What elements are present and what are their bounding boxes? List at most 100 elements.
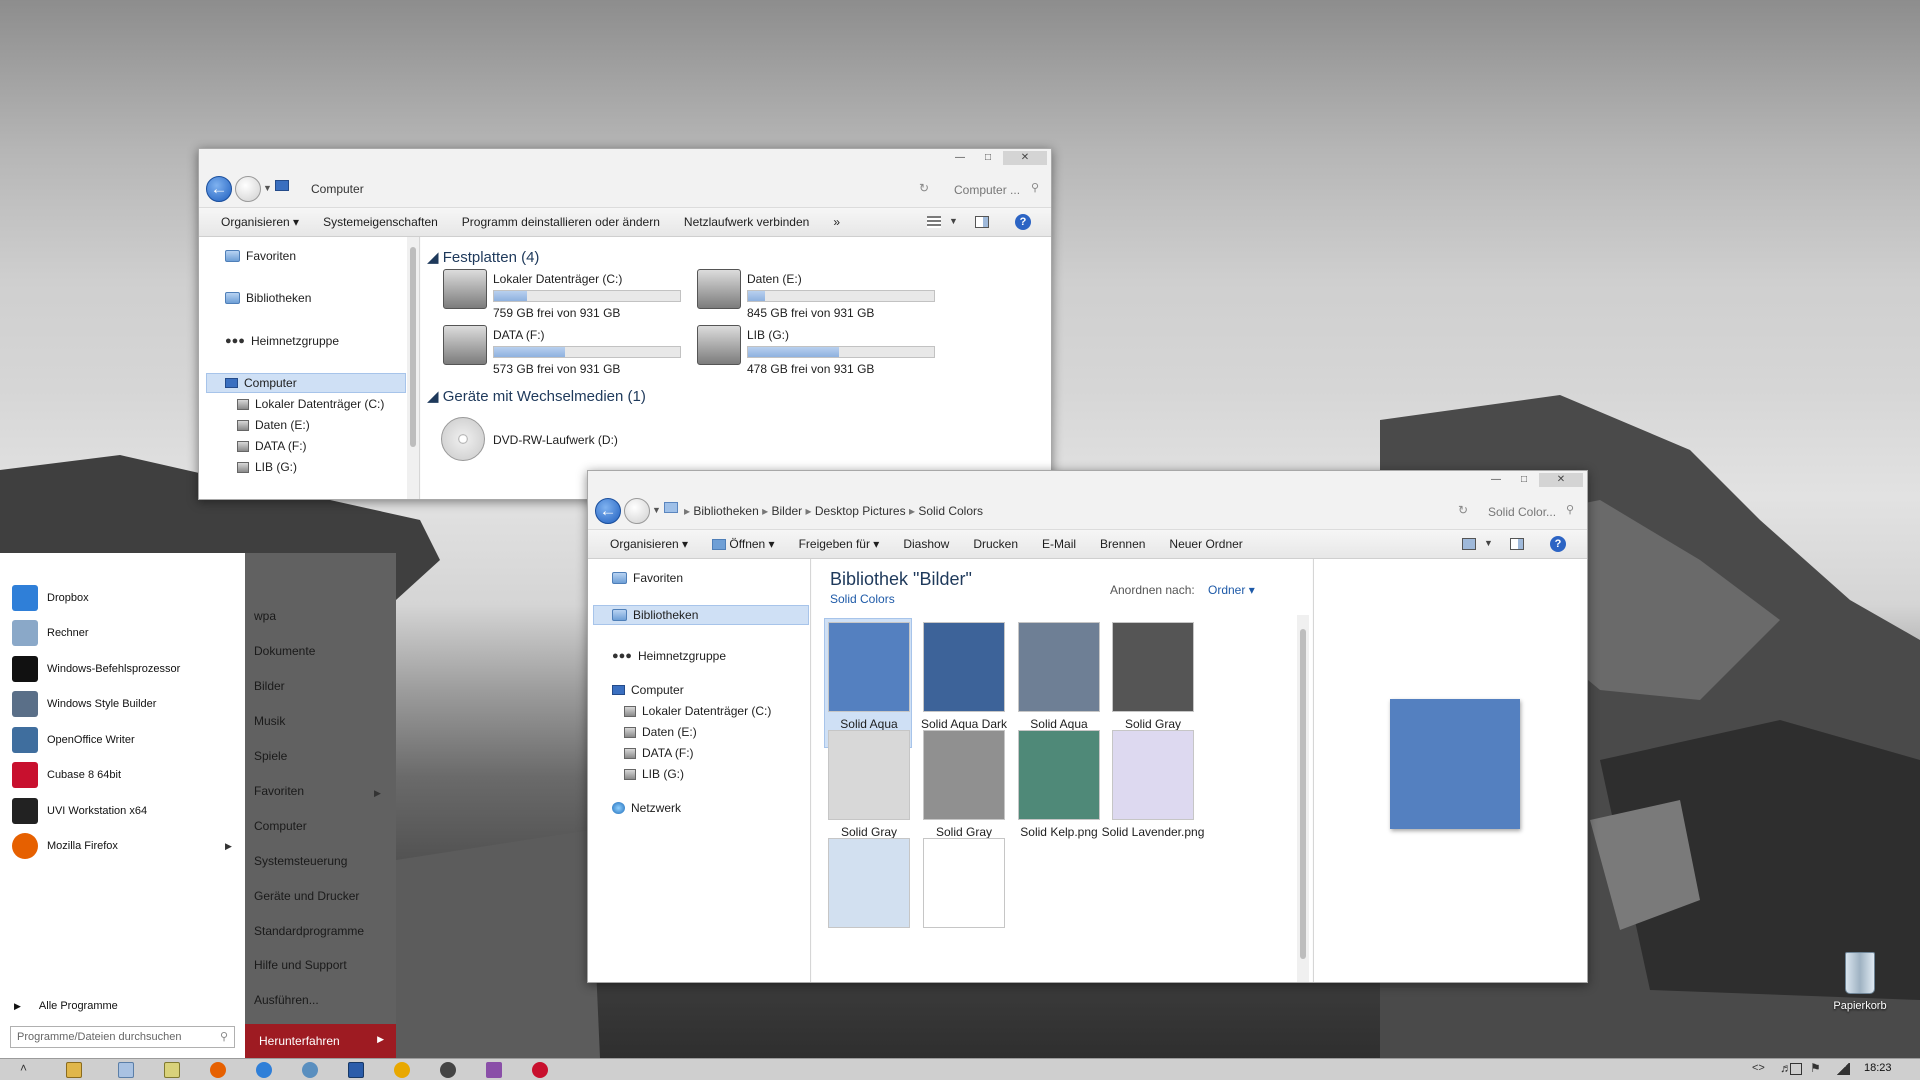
nav-computer[interactable]: Computer (206, 373, 406, 393)
slideshow-button[interactable]: Diashow (891, 537, 961, 551)
system-properties-button[interactable]: Systemeigenschaften (311, 215, 450, 229)
tray-arrows-icon[interactable]: <> (1752, 1062, 1765, 1074)
start-place-item[interactable]: wpa (254, 609, 276, 623)
burn-button[interactable]: Brennen (1088, 537, 1157, 551)
nav-favorites[interactable]: Favoriten (612, 571, 683, 585)
file-thumbnail[interactable] (1018, 730, 1100, 820)
nav-libraries[interactable]: Bibliotheken (225, 291, 311, 305)
view-options-icon[interactable] (1462, 538, 1476, 550)
start-program-calculator[interactable]: Rechner (12, 620, 89, 646)
search-input[interactable]: Computer ... (954, 183, 1020, 197)
search-input[interactable]: Solid Color... (1488, 505, 1556, 519)
file-thumbnail[interactable] (828, 730, 910, 820)
preview-pane-icon[interactable] (1510, 538, 1524, 550)
app-taskbar-icon[interactable] (348, 1062, 364, 1078)
nav-favorites[interactable]: Favoriten (225, 249, 296, 263)
nav-drive-e[interactable]: Daten (E:) (237, 418, 310, 432)
address-breadcrumb[interactable]: Computer (311, 182, 364, 196)
notes-taskbar-icon[interactable] (164, 1062, 180, 1078)
content-scrollbar[interactable] (1297, 615, 1309, 982)
share-with-button[interactable]: Freigeben für ▾ (787, 537, 892, 551)
minimize-button[interactable]: — (947, 151, 973, 165)
file-thumbnail[interactable] (1018, 622, 1100, 712)
nav-drive-f[interactable]: DATA (F:) (237, 439, 307, 453)
hard-disks-header[interactable]: ◢ Festplatten (4) (427, 248, 539, 266)
close-button[interactable]: ✕ (1003, 151, 1047, 165)
view-dropdown-icon[interactable]: ▼ (1484, 538, 1493, 548)
start-program-cmd[interactable]: Windows-Befehlsprozessor (12, 656, 180, 682)
explorer-taskbar-icon[interactable] (66, 1062, 82, 1078)
back-button[interactable]: ← (595, 498, 621, 524)
forward-button[interactable] (235, 176, 261, 202)
back-button[interactable]: ← (206, 176, 232, 202)
map-network-drive-button[interactable]: Netzlaufwerk verbinden (672, 215, 821, 229)
recent-pages-dropdown[interactable]: ▼ (263, 183, 272, 193)
organize-button[interactable]: Organisieren ▾ (199, 215, 311, 229)
new-folder-button[interactable]: Neuer Ordner (1157, 537, 1254, 551)
start-place-item[interactable]: Hilfe und Support (254, 958, 347, 972)
refresh-icon[interactable]: ↻ (919, 181, 929, 195)
start-place-item[interactable]: Geräte und Drucker (254, 889, 359, 903)
nav-computer[interactable]: Computer (612, 683, 684, 697)
start-place-item[interactable]: Computer (254, 819, 307, 833)
start-place-item[interactable]: Musik (254, 714, 285, 728)
file-thumbnail[interactable] (923, 622, 1005, 712)
nav-drive-e[interactable]: Daten (E:) (624, 725, 697, 739)
start-program-style-builder[interactable]: Windows Style Builder (12, 691, 156, 717)
maximize-button[interactable]: □ (975, 151, 1001, 165)
help-icon[interactable]: ? (1015, 214, 1031, 230)
close-button[interactable]: ✕ (1539, 473, 1583, 487)
breadcrumb-libraries[interactable]: Bibliotheken (693, 504, 758, 518)
start-place-item[interactable]: Bilder (254, 679, 285, 693)
file-thumbnail[interactable] (1112, 622, 1194, 712)
firefox-submenu-arrow[interactable]: ▶ (225, 841, 232, 852)
all-programs-button[interactable]: ▶ Alle Programme (14, 1000, 118, 1012)
start-place-item[interactable]: Systemsteuerung (254, 854, 347, 868)
file-thumbnail[interactable] (923, 838, 1005, 928)
forward-button[interactable] (624, 498, 650, 524)
refresh-icon[interactable]: ↻ (1458, 503, 1468, 517)
nav-homegroup[interactable]: ●●● Heimnetzgruppe (225, 334, 339, 348)
firefox-taskbar-icon[interactable] (210, 1062, 226, 1078)
taskbar-clock[interactable]: 18:23 (1864, 1062, 1892, 1074)
minimize-button[interactable]: — (1483, 473, 1509, 487)
nav-drive-f[interactable]: DATA (F:) (624, 746, 694, 760)
view-dropdown-icon[interactable]: ▼ (949, 216, 958, 226)
circle-taskbar-icon[interactable] (394, 1062, 410, 1078)
preview-pane-icon[interactable] (975, 216, 989, 228)
file-thumbnail[interactable] (923, 730, 1005, 820)
breadcrumb-pictures[interactable]: Bilder (771, 504, 802, 518)
start-place-item[interactable]: Ausführen... (254, 993, 319, 1007)
file-thumbnail[interactable] (828, 838, 910, 928)
c-app-taskbar-icon[interactable] (440, 1062, 456, 1078)
start-program-firefox[interactable]: Mozilla Firefox (12, 833, 118, 859)
nav-scrollbar[interactable] (407, 237, 419, 499)
shutdown-options-arrow[interactable]: ▶ (377, 1034, 384, 1045)
nav-network[interactable]: Netzwerk (612, 801, 681, 815)
breadcrumb-desktop-pictures[interactable]: Desktop Pictures (815, 504, 906, 518)
network-signal-icon[interactable] (1836, 1063, 1850, 1075)
breadcrumb-solid-colors[interactable]: Solid Colors (918, 504, 983, 518)
shutdown-button[interactable]: Herunterfahren ▶ (245, 1024, 396, 1058)
start-program-cubase[interactable]: Cubase 8 64bit (12, 762, 121, 788)
flag-icon[interactable]: ⚑ (1810, 1061, 1821, 1075)
start-search-input[interactable]: Programme/Dateien durchsuchen ⚲ (10, 1026, 235, 1048)
file-thumbnail[interactable] (828, 622, 910, 712)
maximize-button[interactable]: □ (1511, 473, 1537, 487)
start-place-item[interactable]: Spiele (254, 749, 287, 763)
nav-drive-c[interactable]: Lokaler Datenträger (C:) (624, 704, 771, 718)
nav-libraries[interactable]: Bibliotheken (593, 605, 809, 625)
recent-pages-dropdown[interactable]: ▼ (652, 505, 661, 515)
recycle-bin-desktop-icon[interactable]: Papierkorb (1825, 952, 1895, 1012)
view-options-icon[interactable] (927, 216, 941, 228)
speaker-icon[interactable]: ♬ (1780, 1061, 1792, 1075)
taskbar-show-up-arrow[interactable]: ˄ (20, 1061, 27, 1075)
uninstall-program-button[interactable]: Programm deinstallieren oder ändern (450, 215, 672, 229)
nav-drive-g[interactable]: LIB (G:) (237, 460, 297, 474)
start-place-item[interactable]: Dokumente (254, 644, 315, 658)
cubase-taskbar-icon[interactable] (532, 1062, 548, 1078)
globe-taskbar-icon[interactable] (302, 1062, 318, 1078)
media-player-taskbar-icon[interactable] (256, 1062, 272, 1078)
file-thumbnail[interactable] (1112, 730, 1194, 820)
start-program-uvi[interactable]: UVI Workstation x64 (12, 798, 147, 824)
